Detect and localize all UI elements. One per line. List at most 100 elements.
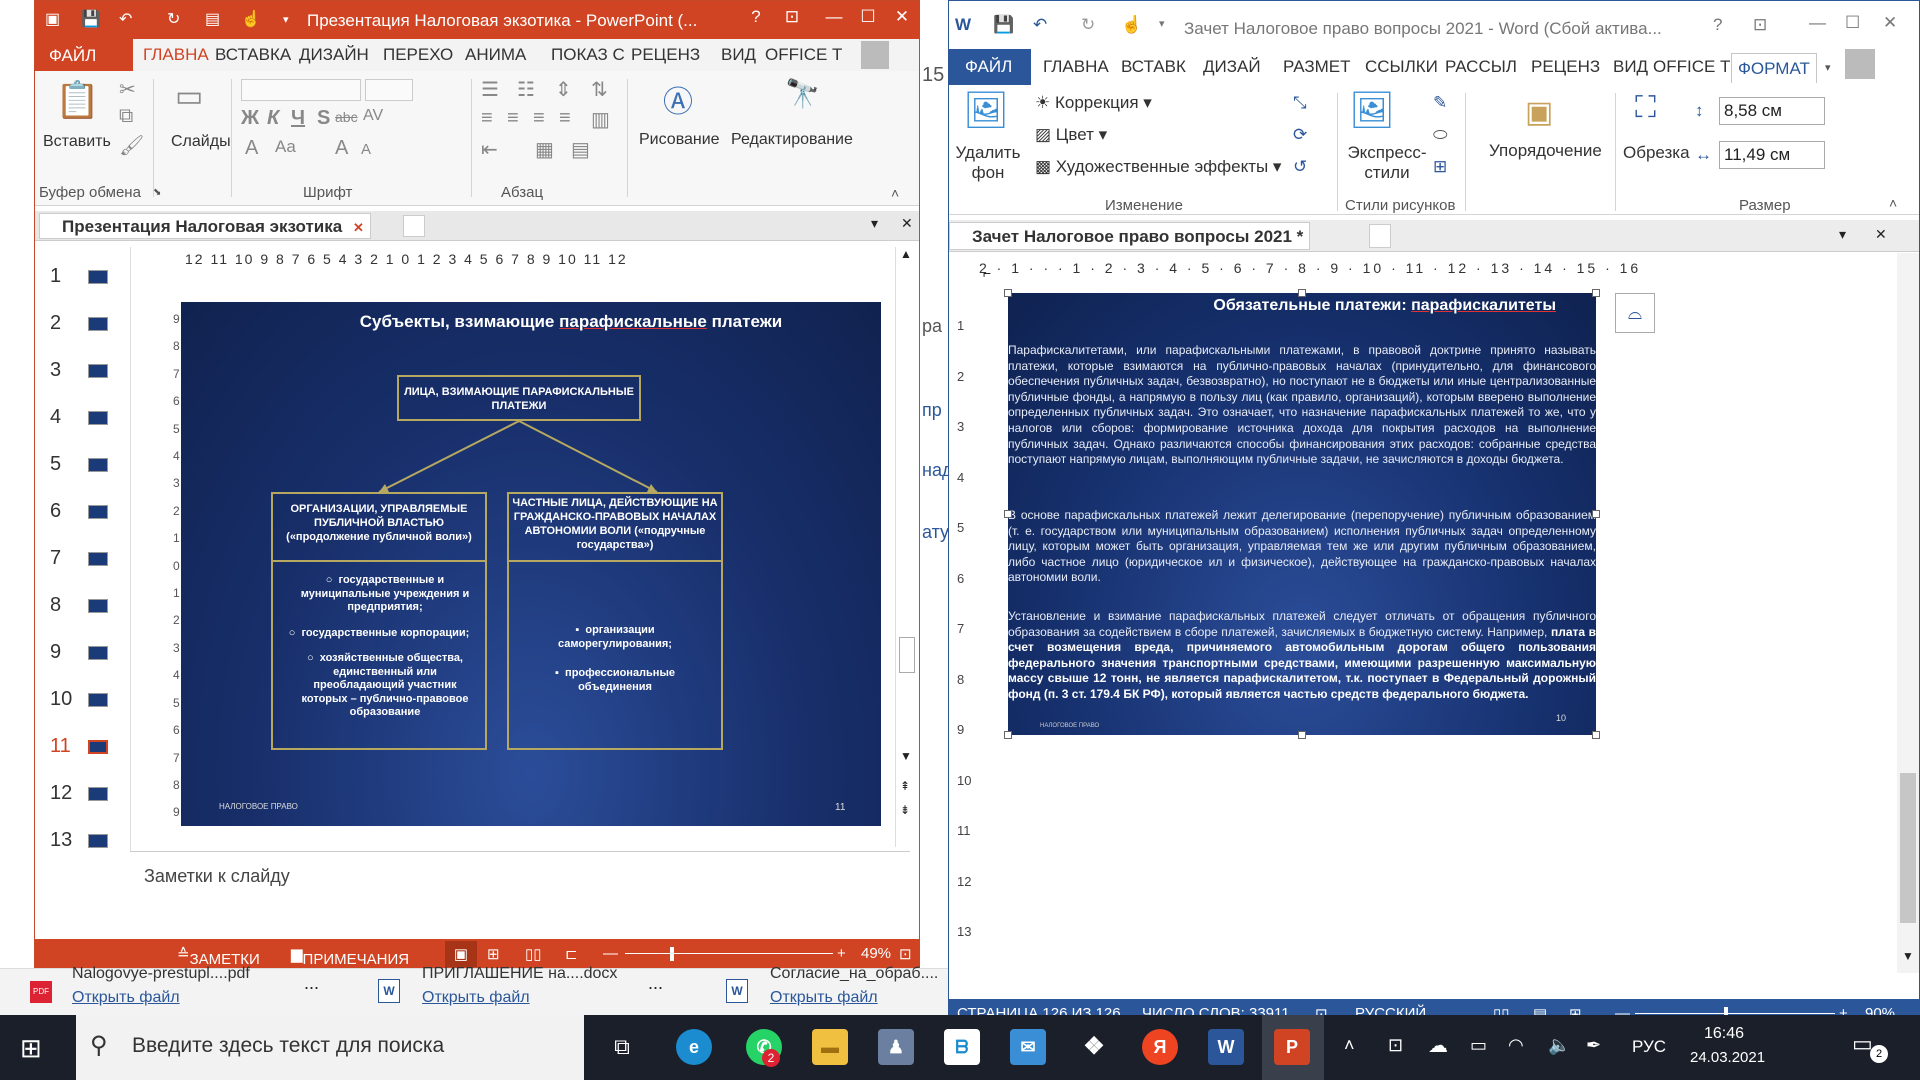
- dropbox-icon[interactable]: ❖: [1076, 1029, 1112, 1065]
- pen-icon[interactable]: ✒: [1586, 1035, 1601, 1056]
- word-document-tab[interactable]: Зачет Налоговое право вопросы 2021 *: [949, 222, 1311, 250]
- format-painter-icon[interactable]: 🖌: [119, 133, 144, 158]
- user-avatar[interactable]: [861, 41, 889, 69]
- taskbar-search-box[interactable]: ⚲ Введите здесь текст для поиска: [76, 1015, 584, 1080]
- remove-background-button[interactable]: Удалить фон: [951, 143, 1025, 183]
- task-view-icon[interactable]: ⧉: [604, 1029, 640, 1065]
- slide-thumbnail[interactable]: 7: [50, 547, 108, 570]
- copy-icon[interactable]: ⧉: [119, 105, 133, 128]
- open-file-link[interactable]: Открыть файл: [72, 989, 180, 1007]
- ppt-tab-office-tab[interactable]: OFFICE Т: [765, 45, 842, 65]
- qat-customize-icon[interactable]: ▾: [283, 13, 289, 26]
- file-explorer-icon[interactable]: ▬: [812, 1029, 848, 1065]
- word-ribbon-display-button[interactable]: ⊡: [1753, 15, 1767, 35]
- align-right-icon[interactable]: ≡: [533, 107, 545, 130]
- word-tab-mailings[interactable]: РАССЫЛ: [1445, 57, 1517, 77]
- shadow-icon[interactable]: S: [317, 107, 330, 130]
- slide-thumbnail[interactable]: 1: [50, 265, 108, 288]
- clock-date[interactable]: 24.03.2021: [1690, 1049, 1765, 1066]
- bullets-icon[interactable]: ☰: [481, 77, 499, 102]
- mail-icon[interactable]: ✉: [1010, 1029, 1046, 1065]
- picture-layout-icon[interactable]: ⊞: [1433, 157, 1447, 177]
- tab-close-all-icon[interactable]: ✕: [901, 215, 913, 232]
- slide-thumbnail[interactable]: 8: [50, 594, 108, 617]
- battery-icon[interactable]: ▭: [1470, 1035, 1487, 1056]
- powerpoint-taskbar-active[interactable]: P: [1262, 1015, 1324, 1080]
- font-color-icon[interactable]: A: [245, 137, 258, 160]
- quick-styles-button[interactable]: Экспресс-стили: [1345, 143, 1429, 183]
- save-icon[interactable]: 💾: [81, 9, 101, 29]
- ppt-document-tab[interactable]: Презентация Налоговая экзотика ✕: [39, 213, 371, 239]
- resize-handle[interactable]: [1592, 731, 1600, 739]
- change-picture-icon[interactable]: ⟳: [1293, 125, 1307, 145]
- resize-handle[interactable]: [1592, 510, 1600, 518]
- close-tab-icon[interactable]: ✕: [353, 220, 364, 235]
- layout-options-icon[interactable]: ⌓: [1615, 293, 1655, 333]
- compress-pictures-icon[interactable]: ⤡: [1293, 93, 1307, 113]
- tab-close-all-icon[interactable]: ✕: [1875, 226, 1887, 243]
- input-language[interactable]: РУС: [1632, 1037, 1666, 1057]
- edge-browser-icon[interactable]: e: [676, 1029, 712, 1065]
- word-tab-view[interactable]: ВИД: [1613, 57, 1648, 77]
- ppt-tab-transitions[interactable]: ПЕРЕХО: [383, 45, 453, 65]
- ppt-ribbon-display-button[interactable]: ⊡: [777, 7, 807, 27]
- zoom-in-icon[interactable]: +: [837, 945, 846, 962]
- new-tab-button[interactable]: [403, 215, 425, 237]
- resize-handle[interactable]: [1004, 731, 1012, 739]
- yandex-icon[interactable]: Я: [1142, 1029, 1178, 1065]
- selected-document-image[interactable]: Обязательные платежи: парафискалитеты Па…: [1008, 293, 1596, 735]
- zoom-slider[interactable]: [1635, 1013, 1835, 1014]
- line-spacing-icon[interactable]: ⇕: [555, 77, 572, 102]
- fit-slide-icon[interactable]: ⊡: [899, 945, 912, 963]
- paste-button[interactable]: Вставить: [43, 133, 111, 151]
- word-help-button[interactable]: ?: [1713, 15, 1722, 35]
- arrange-button[interactable]: Упорядочение: [1489, 141, 1602, 161]
- strikethrough-icon[interactable]: abc: [335, 109, 358, 125]
- ppt-help-button[interactable]: ?: [741, 7, 771, 27]
- remove-background-icon[interactable]: 🖼: [963, 89, 1009, 131]
- ppt-tab-view[interactable]: ВИД: [721, 45, 756, 65]
- ppt-vertical-scrollbar[interactable]: ▲ ▼ ⇞ ⇟: [895, 247, 917, 847]
- slide-thumbnail-selected[interactable]: 11: [50, 735, 108, 758]
- redo-icon[interactable]: ↻: [167, 9, 180, 29]
- more-options-icon[interactable]: ...: [304, 973, 319, 994]
- scroll-thumb[interactable]: [1900, 773, 1916, 923]
- more-options-icon[interactable]: ...: [648, 973, 663, 994]
- align-center-icon[interactable]: ≡: [507, 107, 519, 130]
- numbering-icon[interactable]: ☷: [517, 77, 535, 102]
- dialog-launcher-icon[interactable]: ⬊: [153, 187, 161, 198]
- smartart-icon[interactable]: ▦: [535, 137, 554, 162]
- new-slide-icon[interactable]: ▭: [175, 79, 203, 114]
- slide-thumbnail[interactable]: 5: [50, 453, 108, 476]
- picture-effects-icon[interactable]: ⬭: [1433, 125, 1448, 145]
- crop-button[interactable]: Обрезка: [1623, 143, 1690, 163]
- slide-thumbnail[interactable]: 2: [50, 312, 108, 335]
- font-name-select[interactable]: [241, 79, 361, 101]
- app-icon[interactable]: ♟: [878, 1029, 914, 1065]
- grow-font-icon[interactable]: A: [335, 137, 348, 160]
- ppt-close-button[interactable]: ✕: [887, 7, 917, 27]
- notes-toggle-button[interactable]: ≙ ЗАМЕТКИ: [177, 945, 260, 968]
- prev-slide-icon[interactable]: ⇞: [900, 779, 910, 793]
- notes-pane[interactable]: Заметки к слайду: [130, 851, 910, 941]
- save-icon[interactable]: 💾: [993, 15, 1014, 35]
- ppt-tab-insert[interactable]: ВСТАВКА: [215, 45, 291, 65]
- italic-icon[interactable]: К: [267, 107, 279, 130]
- slide-thumbnail[interactable]: 3: [50, 359, 108, 382]
- zoom-level[interactable]: 49%: [861, 945, 891, 962]
- onedrive-icon[interactable]: ☁: [1428, 1033, 1448, 1058]
- tray-overflow-icon[interactable]: ˄: [1344, 1035, 1355, 1056]
- comments-toggle-button[interactable]: ▆ ПРИМЕЧАНИЯ: [291, 945, 409, 968]
- ppt-tab-animations[interactable]: АНИМА: [465, 45, 526, 65]
- zoom-slider[interactable]: [625, 953, 833, 954]
- scroll-down-icon[interactable]: ▼: [900, 749, 912, 763]
- slideshow-view-icon[interactable]: ⊏: [565, 945, 578, 963]
- scroll-up-icon[interactable]: ▲: [900, 247, 912, 261]
- cut-icon[interactable]: ✂: [119, 77, 136, 102]
- word-app-icon[interactable]: W: [955, 15, 971, 35]
- scroll-thumb[interactable]: [899, 637, 915, 673]
- resize-handle[interactable]: [1004, 510, 1012, 518]
- height-input[interactable]: 8,58 см: [1719, 97, 1825, 125]
- app-icon[interactable]: ᗷ: [944, 1029, 980, 1065]
- tab-selector-icon[interactable]: ⌐: [983, 265, 991, 281]
